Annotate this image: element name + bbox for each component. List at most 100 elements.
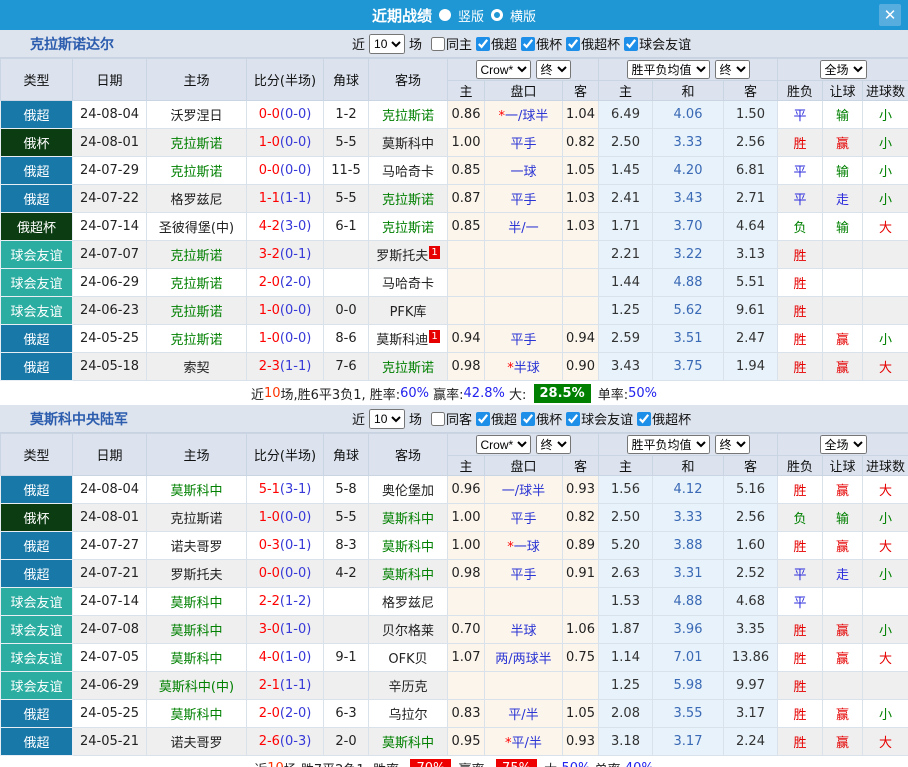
vertical-layout-label[interactable]: 竖版 [458,6,484,25]
cell-score: 0-3(0-1) [247,532,324,560]
cell-handicap-result: 赢 [823,644,863,672]
same-venue-checkbox[interactable] [431,37,445,51]
same-venue-checkbox[interactable] [431,412,445,426]
same-venue-label: 同主 [446,34,472,53]
cell-result: 胜 [778,672,823,700]
team-section-2: 莫斯科中央陆军 近 10 场 同客 俄超俄杯球会友谊俄超杯 类型 日期 主场 比… [0,405,908,767]
cell-ah-away-odds [563,297,599,325]
cell-league-type: 俄超 [1,728,73,756]
cell-corners: 0-0 [324,297,369,325]
cell-away-team: 乌拉尔 [369,700,448,728]
team-section-1: 克拉斯诺达尔 近 10 场 同主 俄超俄杯俄超杯球会友谊 类型 日期 主场 比分… [0,30,908,405]
cell-handicap-result [823,297,863,325]
league-checkbox-2[interactable] [521,412,535,426]
cell-ah-away-odds [563,241,599,269]
horizontal-layout-radio[interactable] [491,9,503,21]
scope-select[interactable]: 全场 [820,60,867,79]
bookmaker-select[interactable]: Crow* [476,60,531,79]
ah-odds-controls: Crow* 终 [448,59,599,81]
league-checkbox-1[interactable] [476,412,490,426]
cell-away-team: PFK库 [369,297,448,325]
bookmaker-select[interactable]: Crow* [476,435,531,454]
cell-odds-away: 13.86 [724,644,778,672]
cell-league-type: 俄超杯 [1,213,73,241]
cell-score: 1-0(0-0) [247,297,324,325]
subcol-ah-home: 主 [448,456,485,476]
scope-select[interactable]: 全场 [820,435,867,454]
cell-handicap-result: 赢 [823,129,863,157]
cell-corners: 7-6 [324,353,369,381]
match-row: 球会友谊24-06-23克拉斯诺1-0(0-0)0-0PFK库1.255.629… [1,297,908,325]
cell-date: 24-07-08 [73,616,147,644]
avg-time-select[interactable]: 终 [715,435,750,454]
cell-league-type: 球会友谊 [1,588,73,616]
cell-score: 2-3(1-1) [247,353,324,381]
league-checkbox-3[interactable] [566,412,580,426]
injury-badge: 1 [429,330,439,343]
cell-league-type: 俄超 [1,101,73,129]
avg-odds-select[interactable]: 胜平负均值 [627,60,710,79]
col-header-home: 主场 [147,434,247,476]
cell-odds-draw: 3.33 [653,504,724,532]
cell-home-team: 克拉斯诺 [147,325,247,353]
scope-controls: 全场 [778,59,908,81]
cell-goals-total: 大 [863,476,908,504]
ah-time-select[interactable]: 终 [536,435,571,454]
near-label: 近 [352,34,365,53]
league-checkbox-4[interactable] [637,412,651,426]
cell-odds-draw: 4.06 [653,101,724,129]
subcol-result: 胜负 [778,81,823,101]
cell-home-team: 罗斯托夫 [147,560,247,588]
cell-away-team: OFK贝 [369,644,448,672]
summary-part: 50% [628,386,657,401]
cell-date: 24-07-29 [73,157,147,185]
avg-odds-select[interactable]: 胜平负均值 [627,435,710,454]
matches-label: 场 [409,34,422,53]
league-label: 俄超杯 [581,34,620,53]
cell-corners: 2-0 [324,728,369,756]
subcol-ah-home: 主 [448,81,485,101]
ah-time-select[interactable]: 终 [536,60,571,79]
cell-league-type: 球会友谊 [1,269,73,297]
cell-odds-draw: 3.75 [653,353,724,381]
subcol-odds-away: 客 [724,81,778,101]
cell-ah-away-odds: 0.89 [563,532,599,560]
cell-handicap-result: 赢 [823,353,863,381]
page-title: 近期战绩 [372,5,432,26]
cell-ah-away-odds: 1.05 [563,157,599,185]
recent-count-select[interactable]: 10 [369,34,405,54]
subcol-handicap-result: 让球 [823,81,863,101]
cell-odds-home: 2.50 [599,504,653,532]
cell-ah-away-odds: 0.82 [563,129,599,157]
cell-handicap-result: 赢 [823,728,863,756]
cell-handicap-result: 赢 [823,700,863,728]
cell-date: 24-05-18 [73,353,147,381]
cell-odds-home: 1.45 [599,157,653,185]
league-label: 球会友谊 [581,409,633,428]
cell-ah-away-odds [563,588,599,616]
cell-score: 1-0(0-0) [247,325,324,353]
cell-ah-away-odds [563,672,599,700]
cell-corners: 4-2 [324,560,369,588]
avg-time-select[interactable]: 终 [715,60,750,79]
close-icon[interactable]: ✕ [879,4,901,26]
league-checkbox-1[interactable] [476,37,490,51]
cell-goals-total: 小 [863,504,908,532]
cell-home-team: 克拉斯诺 [147,157,247,185]
cell-handicap-result: 赢 [823,616,863,644]
cell-result: 胜 [778,353,823,381]
cell-ah-handicap: 平/半 [485,700,563,728]
recent-count-select[interactable]: 10 [369,409,405,429]
cell-goals-total: 小 [863,101,908,129]
summary-part: 大: [505,384,531,403]
vertical-layout-radio[interactable] [439,9,451,21]
cell-home-team: 圣彼得堡(中) [147,213,247,241]
cell-score: 2-0(2-0) [247,269,324,297]
cell-ah-away-odds: 0.93 [563,476,599,504]
horizontal-layout-label[interactable]: 横版 [510,6,536,25]
league-checkbox-2[interactable] [521,37,535,51]
cell-ah-handicap: 平手 [485,129,563,157]
cell-odds-away: 1.94 [724,353,778,381]
league-checkbox-3[interactable] [566,37,580,51]
league-checkbox-4[interactable] [624,37,638,51]
